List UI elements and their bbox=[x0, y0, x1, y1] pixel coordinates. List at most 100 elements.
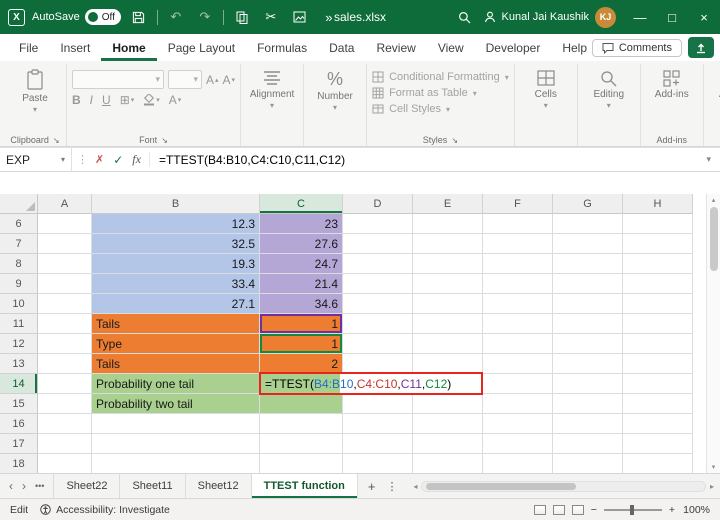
cell-F8[interactable] bbox=[483, 254, 553, 274]
sheet-options-icon[interactable]: ⋮ bbox=[386, 480, 397, 493]
cell-B6[interactable]: 12.3 bbox=[92, 214, 260, 234]
close-button[interactable]: × bbox=[688, 0, 720, 34]
insert-function-icon[interactable]: fx bbox=[132, 152, 141, 167]
cell-styles-button[interactable]: Cell Styles ▾ bbox=[372, 103, 509, 115]
sheet-tab-sheet12[interactable]: Sheet12 bbox=[186, 474, 252, 498]
cell-F14[interactable] bbox=[483, 374, 553, 394]
vertical-scrollbar[interactable]: ▴ ▾ bbox=[706, 194, 720, 473]
cell-A8[interactable] bbox=[38, 254, 92, 274]
select-all-corner[interactable] bbox=[0, 194, 38, 214]
dialog-launcher-icon[interactable]: ↘ bbox=[53, 136, 60, 145]
cell-C18[interactable] bbox=[260, 454, 343, 473]
dialog-launcher-icon[interactable]: ↘ bbox=[451, 136, 458, 145]
cell-G6[interactable] bbox=[553, 214, 623, 234]
sheet-tab-sheet11[interactable]: Sheet11 bbox=[120, 474, 186, 498]
row-header-7[interactable]: 7 bbox=[0, 234, 38, 254]
font-size-select[interactable]: ▾ bbox=[168, 70, 202, 89]
cell-H14[interactable] bbox=[623, 374, 693, 394]
cell-F7[interactable] bbox=[483, 234, 553, 254]
row-header-12[interactable]: 12 bbox=[0, 334, 38, 354]
sheet-tab-ttest-function[interactable]: TTEST function bbox=[251, 474, 358, 498]
column-header-F[interactable]: F bbox=[483, 194, 553, 214]
cell-G16[interactable] bbox=[553, 414, 623, 434]
cell-E12[interactable] bbox=[413, 334, 483, 354]
cell-A9[interactable] bbox=[38, 274, 92, 294]
comments-button[interactable]: Comments bbox=[591, 38, 682, 57]
cell-F15[interactable] bbox=[483, 394, 553, 414]
cell-H13[interactable] bbox=[623, 354, 693, 374]
active-cell-formula[interactable]: =TTEST(B4:B10, C4:C10, C11, C12) bbox=[259, 372, 483, 395]
cell-A12[interactable] bbox=[38, 334, 92, 354]
scroll-up-icon[interactable]: ▴ bbox=[712, 196, 716, 204]
cell-H6[interactable] bbox=[623, 214, 693, 234]
cell-D17[interactable] bbox=[343, 434, 413, 454]
cell-E13[interactable] bbox=[413, 354, 483, 374]
undo-icon[interactable]: ↶ bbox=[165, 5, 187, 29]
column-header-C[interactable]: C bbox=[260, 194, 343, 214]
alignment-button[interactable]: Alignment ▾ bbox=[246, 64, 298, 111]
formula-bar-collapse-icon[interactable]: ▾ bbox=[697, 154, 720, 165]
format-as-table-button[interactable]: Format as Table ▾ bbox=[372, 87, 509, 99]
avatar[interactable]: KJ bbox=[595, 6, 616, 28]
cell-D18[interactable] bbox=[343, 454, 413, 473]
row-header-17[interactable]: 17 bbox=[0, 434, 38, 454]
row-header-6[interactable]: 6 bbox=[0, 214, 38, 234]
zoom-out-icon[interactable]: − bbox=[591, 504, 597, 516]
cell-E8[interactable] bbox=[413, 254, 483, 274]
bold-button[interactable]: B bbox=[72, 93, 81, 107]
zoom-level[interactable]: 100% bbox=[682, 504, 710, 516]
column-header-B[interactable]: B bbox=[92, 194, 260, 214]
cell-D9[interactable] bbox=[343, 274, 413, 294]
cell-C7[interactable]: 27.6 bbox=[260, 234, 343, 254]
cell-B13[interactable]: Tails bbox=[92, 354, 260, 374]
search-icon[interactable] bbox=[454, 5, 476, 29]
cell-A17[interactable] bbox=[38, 434, 92, 454]
borders-button[interactable]: ⊞ ▾ bbox=[120, 93, 135, 107]
cell-B10[interactable]: 27.1 bbox=[92, 294, 260, 314]
horizontal-scrollbar[interactable]: ◂ ▸ bbox=[407, 474, 720, 498]
cell-G15[interactable] bbox=[553, 394, 623, 414]
cell-G14[interactable] bbox=[553, 374, 623, 394]
ribbon-tab-view[interactable]: View bbox=[427, 34, 475, 61]
cell-D16[interactable] bbox=[343, 414, 413, 434]
cell-F18[interactable] bbox=[483, 454, 553, 473]
cells-button[interactable]: Cells ▾ bbox=[520, 64, 572, 111]
cell-G13[interactable] bbox=[553, 354, 623, 374]
cell-G11[interactable] bbox=[553, 314, 623, 334]
cell-E7[interactable] bbox=[413, 234, 483, 254]
page-layout-view-icon[interactable] bbox=[552, 504, 565, 515]
ribbon-tab-file[interactable]: File bbox=[8, 34, 49, 61]
font-name-select[interactable]: ▾ bbox=[72, 70, 164, 89]
cell-E10[interactable] bbox=[413, 294, 483, 314]
cell-A18[interactable] bbox=[38, 454, 92, 473]
redo-icon[interactable]: ↷ bbox=[194, 5, 216, 29]
cell-C9[interactable]: 21.4 bbox=[260, 274, 343, 294]
row-header-11[interactable]: 11 bbox=[0, 314, 38, 334]
ribbon-tab-formulas[interactable]: Formulas bbox=[246, 34, 318, 61]
scroll-right-icon[interactable]: ▸ bbox=[710, 482, 714, 491]
cell-A13[interactable] bbox=[38, 354, 92, 374]
cell-F11[interactable] bbox=[483, 314, 553, 334]
page-break-view-icon[interactable] bbox=[571, 504, 584, 515]
qat-copy-icon[interactable] bbox=[231, 5, 253, 29]
row-header-8[interactable]: 8 bbox=[0, 254, 38, 274]
sheet-tab-sheet22[interactable]: Sheet22 bbox=[53, 474, 121, 498]
cell-D11[interactable] bbox=[343, 314, 413, 334]
cell-E17[interactable] bbox=[413, 434, 483, 454]
cell-C6[interactable]: 23 bbox=[260, 214, 343, 234]
number-button[interactable]: % Number ▾ bbox=[309, 64, 361, 113]
row-header-13[interactable]: 13 bbox=[0, 354, 38, 374]
zoom-slider[interactable] bbox=[603, 504, 662, 515]
cell-B11[interactable]: Tails bbox=[92, 314, 260, 334]
row-header-10[interactable]: 10 bbox=[0, 294, 38, 314]
column-header-H[interactable]: H bbox=[623, 194, 693, 214]
cell-F9[interactable] bbox=[483, 274, 553, 294]
cell-B7[interactable]: 32.5 bbox=[92, 234, 260, 254]
sheet-list-icon[interactable]: ••• bbox=[35, 481, 44, 491]
column-header-G[interactable]: G bbox=[553, 194, 623, 214]
formula-input[interactable]: =TTEST(B4:B10,C4:C10,C11,C12) bbox=[150, 153, 698, 167]
name-box[interactable]: EXP ▾ bbox=[0, 148, 72, 171]
cell-C8[interactable]: 24.7 bbox=[260, 254, 343, 274]
cell-C14[interactable]: =TTEST(B4:B10, C4:C10, C11, C12) bbox=[259, 372, 483, 395]
cell-C10[interactable]: 34.6 bbox=[260, 294, 343, 314]
